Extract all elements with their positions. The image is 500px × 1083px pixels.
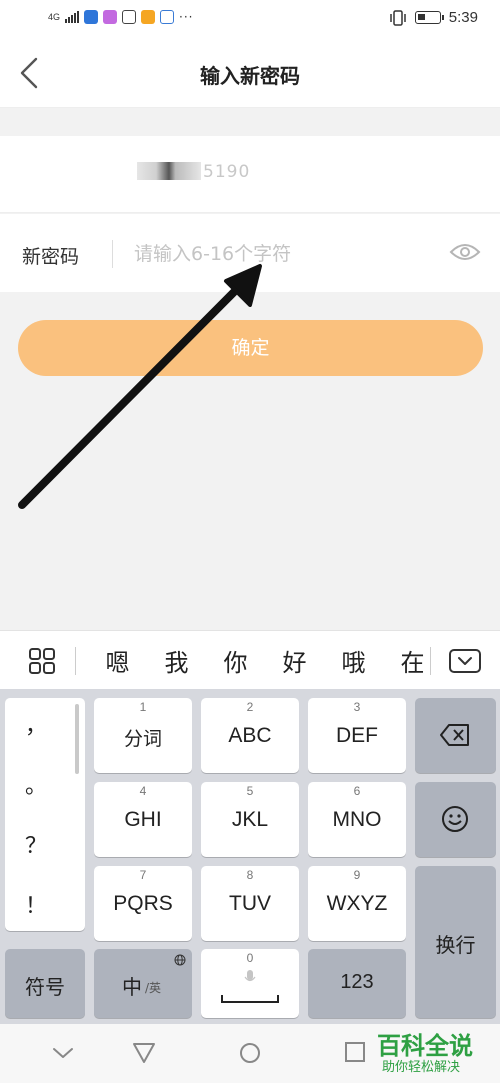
key-1[interactable]: 1 分词 — [94, 698, 192, 773]
punctuation-scrollbar — [75, 704, 79, 774]
confirm-button[interactable]: 确定 — [18, 320, 483, 376]
vibrate-icon — [390, 9, 406, 26]
collapse-keyboard-icon[interactable] — [448, 647, 482, 675]
punctuation-column[interactable]: ， 。 ？ ！ — [5, 698, 85, 931]
space-bar-icon — [221, 995, 279, 1003]
lang-sub-label: /英 — [145, 981, 162, 995]
more-notifications: ··· — [179, 10, 194, 24]
app-notification-icon — [103, 10, 118, 24]
candidate-word[interactable]: 好 — [265, 643, 324, 678]
eye-icon[interactable] — [449, 240, 481, 264]
key-6[interactable]: 6 MNO — [308, 782, 406, 857]
key-9[interactable]: 9 WXYZ — [308, 866, 406, 941]
new-password-input[interactable] — [134, 236, 424, 272]
candidate-word[interactable]: 我 — [147, 643, 206, 678]
backspace-icon — [440, 724, 469, 746]
candidate-word[interactable]: 在 — [383, 643, 442, 678]
app-notification-icon — [84, 10, 99, 24]
candidate-list: 嗯 我 你 好 哦 在 — [88, 631, 442, 690]
phone-number-row: 5190 — [0, 136, 500, 213]
masked-phone-number: 5190 — [137, 162, 250, 182]
new-password-row: 新密码 — [0, 214, 500, 292]
nav-recents-icon[interactable] — [345, 1042, 365, 1062]
redacted-digits — [137, 162, 201, 180]
candidate-word[interactable]: 嗯 — [88, 643, 147, 678]
space-key[interactable]: 0 — [201, 949, 299, 1018]
symbol-button[interactable]: 符号 — [5, 949, 85, 1018]
keyboard: ， 。 ？ ！ 1 分词 2 ABC 3 DEF 4 GHI 5 JKL 6 MNO — [0, 689, 500, 1024]
candidate-word[interactable]: 哦 — [324, 643, 383, 678]
punctuation-key[interactable]: ？ — [5, 828, 67, 860]
punctuation-key[interactable]: 。 — [5, 768, 67, 800]
nav-back-icon[interactable] — [132, 1042, 156, 1064]
wechat-icon — [122, 10, 137, 24]
weibo-icon — [141, 10, 156, 24]
key-8[interactable]: 8 TUV — [201, 866, 299, 941]
lang-main-label: 中 — [122, 975, 142, 999]
key-5[interactable]: 5 JKL — [201, 782, 299, 857]
mic-icon — [244, 970, 256, 982]
punctuation-key[interactable]: ， — [5, 708, 67, 740]
nav-hide-icon[interactable] — [52, 1046, 74, 1060]
top-bar: 输入新密码 — [0, 38, 500, 108]
watermark-subtitle: 助你轻松解决 — [382, 1060, 461, 1075]
enter-button[interactable]: 换行 — [415, 866, 496, 1018]
divider — [430, 647, 431, 675]
emoji-icon — [442, 806, 468, 832]
globe-icon — [174, 954, 186, 966]
nav-home-icon[interactable] — [239, 1042, 261, 1064]
backspace-button[interactable] — [415, 698, 496, 773]
page-title: 输入新密码 — [200, 64, 300, 88]
emoji-button[interactable] — [415, 782, 496, 857]
candidate-word[interactable]: 你 — [206, 643, 265, 678]
status-bar: 4G ··· 5:39 — [0, 0, 500, 38]
divider — [75, 647, 76, 675]
battery-icon — [414, 11, 444, 24]
language-switch-button[interactable]: 中 /英 — [94, 949, 192, 1018]
new-password-label: 新密码 — [22, 246, 80, 268]
key-7[interactable]: 7 PQRS — [94, 866, 192, 941]
grid-icon[interactable] — [28, 647, 56, 675]
signal-icon — [65, 11, 80, 23]
numbers-button[interactable]: 123 — [308, 949, 406, 1018]
candidate-bar: 嗯 我 你 好 哦 在 — [0, 630, 500, 689]
punctuation-key[interactable]: ！ — [5, 888, 67, 920]
divider — [112, 240, 113, 268]
key-3[interactable]: 3 DEF — [308, 698, 406, 773]
network-label: 4G — [48, 12, 61, 22]
clock: 5:39 — [448, 9, 478, 26]
key-2[interactable]: 2 ABC — [201, 698, 299, 773]
app-notification-icon — [160, 10, 175, 24]
key-4[interactable]: 4 GHI — [94, 782, 192, 857]
